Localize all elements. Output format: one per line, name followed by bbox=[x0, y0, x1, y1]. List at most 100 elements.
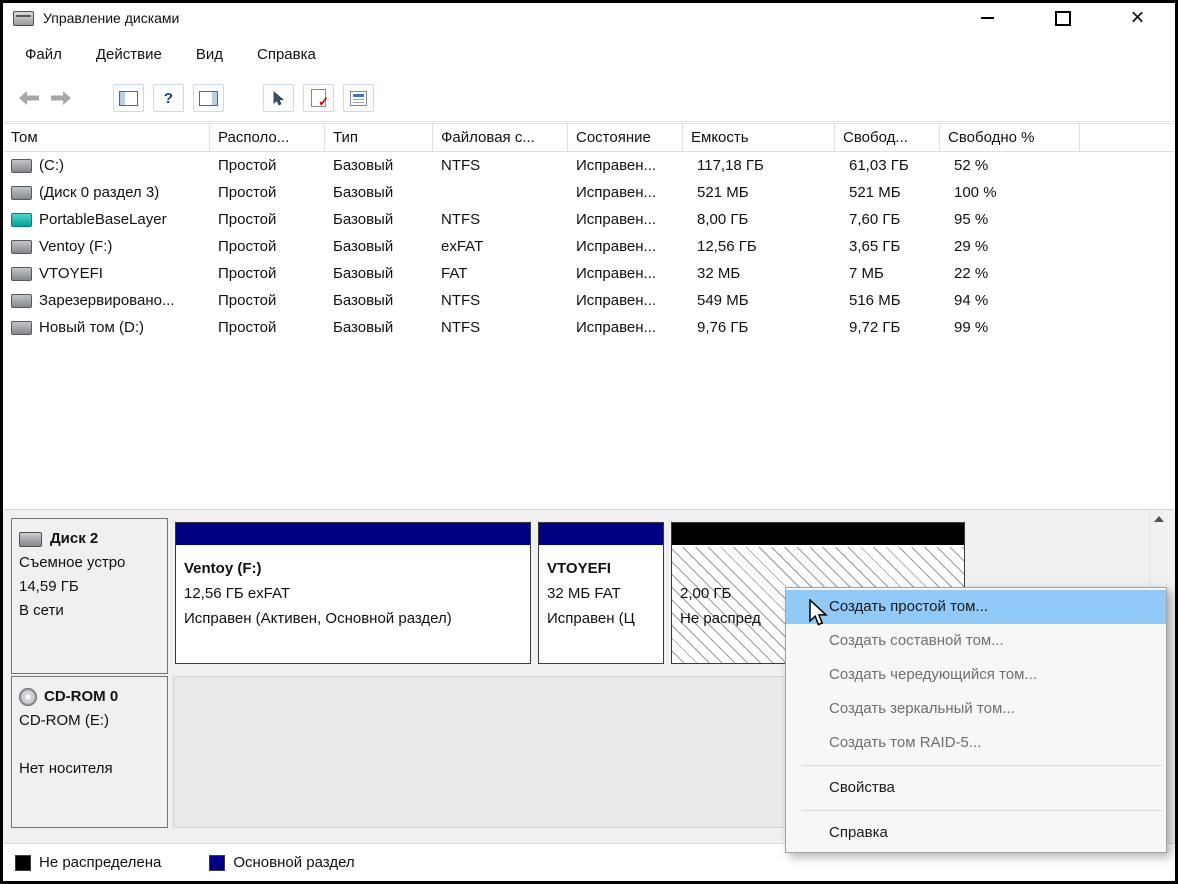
partition-status: Исправен (Активен, Основной раздел) bbox=[184, 610, 452, 627]
column-header-free[interactable]: Свобод... bbox=[835, 124, 940, 151]
menu-item-create-mirrored-volume: Создать зеркальный том... bbox=[829, 700, 1015, 717]
menu-item-create-spanned-volume: Создать составной том... bbox=[829, 632, 1004, 649]
legend-primary-partition: Основной раздел bbox=[209, 854, 355, 871]
unallocated-band bbox=[672, 523, 964, 547]
volume-icon bbox=[11, 158, 32, 173]
minimize-button[interactable] bbox=[950, 3, 1025, 33]
context-menu: Создать простой том... Создать составной… bbox=[785, 587, 1167, 853]
cdrom-info-panel[interactable]: CD-ROM 0 CD-ROM (E:) Нет носителя bbox=[11, 676, 168, 828]
window-title: Управление дисками bbox=[43, 10, 180, 26]
back-button[interactable] bbox=[19, 91, 39, 105]
volume-type: Базовый bbox=[333, 292, 394, 309]
volume-free-pct: 100 % bbox=[954, 184, 997, 201]
volume-layout: Простой bbox=[218, 319, 277, 336]
column-header-capacity[interactable]: Емкость bbox=[683, 124, 835, 151]
volume-status: Исправен... bbox=[576, 184, 657, 201]
partition-size: 12,56 ГБ exFAT bbox=[184, 585, 291, 602]
menu-view[interactable]: Вид bbox=[196, 46, 223, 63]
volume-free-pct: 52 % bbox=[954, 157, 989, 174]
volume-fs: FAT bbox=[441, 265, 468, 282]
list-icon bbox=[350, 90, 367, 106]
volume-fs: NTFS bbox=[441, 157, 481, 174]
help-button[interactable]: ? bbox=[153, 84, 184, 112]
volume-fs: NTFS bbox=[441, 319, 481, 336]
column-header-layout[interactable]: Располо... bbox=[210, 124, 325, 151]
disk-drive-icon bbox=[19, 531, 42, 547]
volume-free: 61,03 ГБ bbox=[849, 157, 909, 174]
table-row[interactable]: (Диск 0 раздел 3) Простой Базовый Исправ… bbox=[3, 179, 1175, 206]
volume-name: (Диск 0 раздел 3) bbox=[39, 184, 160, 201]
scroll-up-icon[interactable] bbox=[1154, 516, 1164, 522]
check-document-button[interactable] bbox=[303, 84, 334, 112]
forward-arrow-icon bbox=[51, 91, 71, 105]
disk2-state: В сети bbox=[19, 602, 64, 619]
column-header-filesystem[interactable]: Файловая с... bbox=[433, 124, 568, 151]
action-pane-icon bbox=[199, 90, 218, 106]
partition-vtoyefi[interactable]: VTOYEFI 32 МБ FAT Исправен (Ц bbox=[538, 522, 664, 664]
legend-primary-label: Основной раздел bbox=[233, 854, 355, 871]
action-pane-button[interactable] bbox=[193, 84, 224, 112]
column-header-status[interactable]: Состояние bbox=[568, 124, 683, 151]
table-row[interactable]: Зарезервировано... Простой Базовый NTFS … bbox=[3, 287, 1175, 314]
volume-layout: Простой bbox=[218, 292, 277, 309]
menu-item-create-simple-volume[interactable]: Создать простой том... bbox=[786, 590, 1166, 624]
title-bar: Управление дисками × bbox=[3, 3, 1175, 33]
menu-action[interactable]: Действие bbox=[96, 46, 162, 63]
maximize-button[interactable] bbox=[1025, 3, 1100, 33]
table-row[interactable]: PortableBaseLayer Простой Базовый NTFS И… bbox=[3, 206, 1175, 233]
disk2-size: 14,59 ГБ bbox=[19, 578, 79, 595]
partition-title: Ventoy (F:) bbox=[184, 560, 262, 577]
volume-table-header: Том Располо... Тип Файловая с... Состоян… bbox=[3, 123, 1175, 152]
volume-free-pct: 22 % bbox=[954, 265, 989, 282]
volume-status: Исправен... bbox=[576, 319, 657, 336]
disk2-info-panel[interactable]: Диск 2 Съемное устро 14,59 ГБ В сети bbox=[11, 518, 168, 674]
volume-type: Базовый bbox=[333, 319, 394, 336]
volume-capacity: 117,18 ГБ bbox=[697, 157, 764, 174]
column-header-type[interactable]: Тип bbox=[325, 124, 433, 151]
volume-free: 7 МБ bbox=[849, 265, 884, 282]
volume-free: 3,65 ГБ bbox=[849, 238, 901, 255]
column-header-free-pct[interactable]: Свободно % bbox=[940, 124, 1080, 151]
partition-ventoy[interactable]: Ventoy (F:) 12,56 ГБ exFAT Исправен (Акт… bbox=[175, 522, 531, 664]
menu-help[interactable]: Справка bbox=[257, 46, 316, 63]
toolbar: ? bbox=[3, 75, 1175, 122]
volume-layout: Простой bbox=[218, 157, 277, 174]
close-button[interactable]: × bbox=[1100, 3, 1175, 33]
volume-status: Исправен... bbox=[576, 292, 657, 309]
volume-free-pct: 99 % bbox=[954, 319, 989, 336]
document-check-icon bbox=[311, 89, 329, 110]
volume-capacity: 549 МБ bbox=[697, 292, 749, 309]
volume-icon bbox=[11, 239, 32, 254]
volume-type: Базовый bbox=[333, 238, 394, 255]
volume-layout: Простой bbox=[218, 184, 277, 201]
menu-separator bbox=[802, 810, 1163, 811]
list-view-button[interactable] bbox=[343, 84, 374, 112]
menu-bar: Файл Действие Вид Справка bbox=[3, 33, 1175, 75]
volume-type: Базовый bbox=[333, 184, 394, 201]
volume-capacity: 521 МБ bbox=[697, 184, 749, 201]
column-header-volume[interactable]: Том bbox=[3, 124, 210, 151]
volume-layout: Простой bbox=[218, 211, 277, 228]
table-row[interactable]: VTOYEFI Простой Базовый FAT Исправен... … bbox=[3, 260, 1175, 287]
back-arrow-icon bbox=[19, 91, 39, 105]
table-row[interactable]: Ventoy (F:) Простой Базовый exFAT Исправ… bbox=[3, 233, 1175, 260]
volume-type: Базовый bbox=[333, 211, 394, 228]
volume-fs: NTFS bbox=[441, 211, 481, 228]
legend-unallocated-label: Не распределена bbox=[39, 854, 162, 871]
console-tree-icon bbox=[119, 90, 138, 106]
table-row[interactable]: Новый том (D:) Простой Базовый NTFS Испр… bbox=[3, 314, 1175, 341]
volume-free-pct: 29 % bbox=[954, 238, 989, 255]
menu-item-help[interactable]: Справка bbox=[786, 816, 1166, 850]
menu-file[interactable]: Файл bbox=[25, 46, 62, 63]
maximize-icon bbox=[1054, 10, 1071, 26]
disk2-label: Диск 2 bbox=[50, 530, 99, 547]
volume-icon bbox=[11, 185, 32, 200]
cdrom-state: Нет носителя bbox=[19, 760, 113, 777]
console-tree-button[interactable] bbox=[113, 84, 144, 112]
column-header-filler bbox=[1080, 124, 1175, 151]
forward-button[interactable] bbox=[51, 91, 71, 105]
pointer-tool-button[interactable] bbox=[263, 84, 294, 112]
table-row[interactable]: (C:) Простой Базовый NTFS Исправен... 11… bbox=[3, 152, 1175, 179]
menu-item-properties[interactable]: Свойства bbox=[786, 771, 1166, 805]
volume-name: PortableBaseLayer bbox=[39, 211, 167, 228]
